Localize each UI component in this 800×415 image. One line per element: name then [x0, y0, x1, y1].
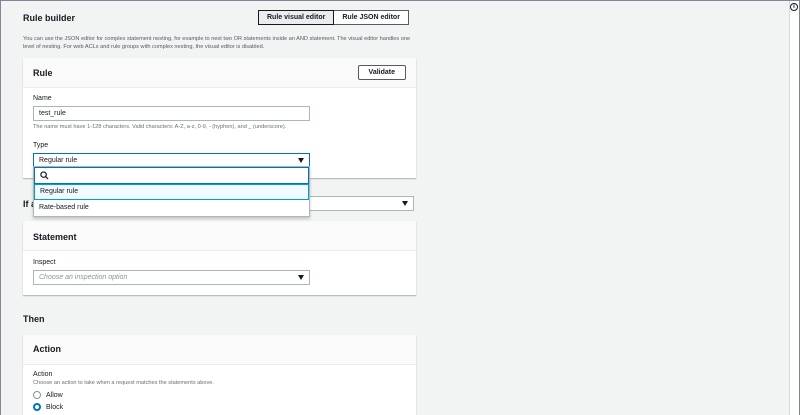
screen-frame: Rule builder Rule visual editor Rule JSO… — [0, 0, 800, 415]
type-dropdown-menu: Regular rule Rate-based rule — [33, 166, 310, 217]
type-option-rate-based-rule[interactable]: Rate-based rule — [34, 200, 309, 216]
action-option-block[interactable]: Block — [33, 403, 63, 411]
validate-button[interactable]: Validate — [357, 65, 406, 80]
name-label: Name — [33, 95, 52, 102]
radio-allow-label: Allow — [46, 391, 63, 399]
caret-down-icon — [402, 201, 408, 206]
statement-card-header: Statement — [23, 221, 416, 251]
rule-builder-title: Rule builder — [23, 13, 76, 23]
radio-allow[interactable] — [33, 391, 41, 399]
name-input[interactable]: test_rule — [33, 106, 310, 121]
type-select-value: Regular rule — [39, 157, 78, 164]
rule-card-title: Rule — [33, 68, 53, 78]
action-hint: Choose an action to take when a request … — [33, 380, 214, 386]
tab-rule-json-editor[interactable]: Rule JSON editor — [334, 10, 409, 25]
name-hint: The name must have 1-128 characters. Val… — [33, 124, 287, 130]
inspect-select[interactable]: Choose an inspection option — [33, 270, 310, 285]
action-card: Action Action Choose an action to take w… — [23, 335, 416, 415]
radio-block[interactable] — [33, 403, 41, 411]
type-option-regular-rule[interactable]: Regular rule — [34, 184, 309, 200]
caret-down-icon — [298, 158, 304, 163]
rule-card: Rule Validate Name test_rule The name mu… — [23, 58, 416, 178]
inspect-label: Inspect — [33, 259, 56, 266]
inspect-select-placeholder: Choose an inspection option — [39, 274, 128, 281]
action-label: Action — [33, 371, 53, 378]
main-content: Rule builder Rule visual editor Rule JSO… — [1, 1, 791, 415]
action-card-header: Action — [23, 335, 416, 365]
info-icon[interactable]: i — [790, 3, 798, 11]
caret-down-icon — [298, 275, 304, 280]
search-icon — [40, 171, 49, 180]
editor-toggle: Rule visual editor Rule JSON editor — [258, 10, 409, 25]
radio-block-label: Block — [46, 403, 64, 411]
then-section-title: Then — [23, 314, 45, 324]
tab-rule-visual-editor[interactable]: Rule visual editor — [258, 10, 335, 25]
type-search-input[interactable] — [34, 167, 309, 184]
statement-card: Statement Inspect Choose an inspection o… — [23, 221, 416, 295]
action-option-allow[interactable]: Allow — [33, 391, 63, 399]
action-card-title: Action — [33, 344, 61, 354]
right-help-panel: i — [789, 1, 799, 415]
rule-builder-description: You can use the JSON editor for complex … — [23, 36, 411, 50]
rule-card-header: Rule Validate — [23, 58, 416, 88]
statement-card-title: Statement — [33, 232, 77, 242]
type-label: Type — [33, 142, 49, 149]
